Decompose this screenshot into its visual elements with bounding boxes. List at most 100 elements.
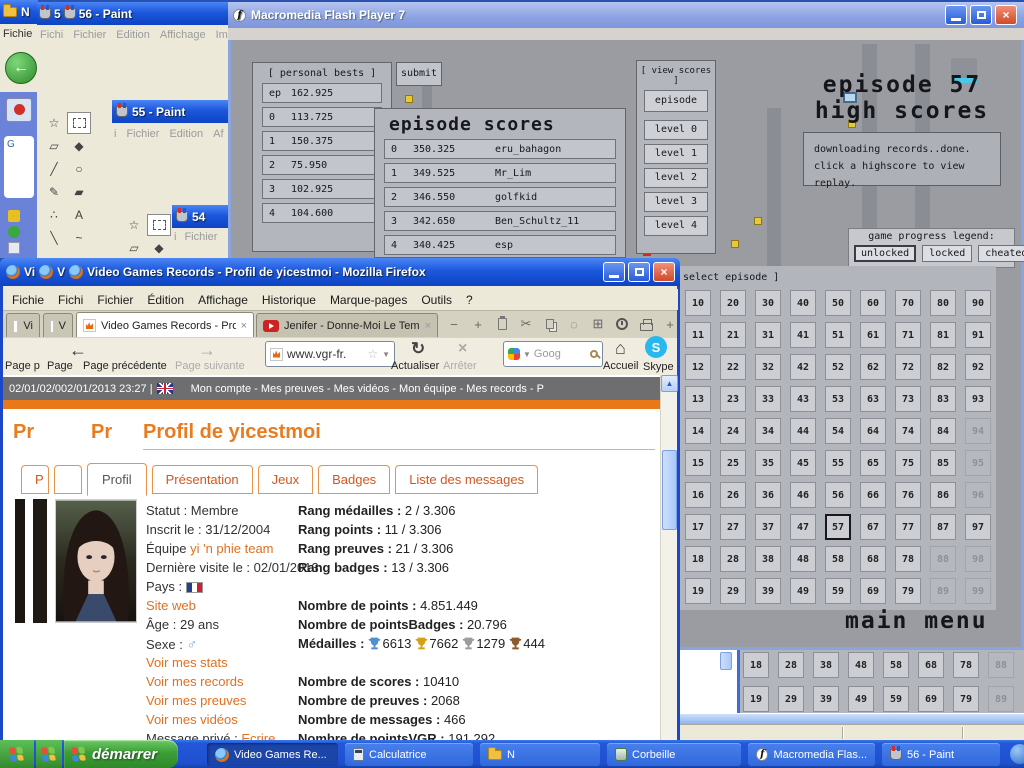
episode-cell-94[interactable]: 94 [965,418,991,444]
paint-menu-item[interactable]: Edition [169,128,203,140]
main-menu-label[interactable]: main menu [845,608,988,634]
episode-score-row[interactable]: 1349.525Mr_Lim [384,163,616,183]
search-input[interactable]: Goog [534,348,587,360]
maximize-button[interactable] [970,5,992,25]
home-button-label[interactable]: Accueil [603,360,638,372]
legend-cheated-button[interactable]: cheated [978,245,1024,262]
episode-cell-82[interactable]: 82 [930,354,956,380]
episode-cell-39[interactable]: 39 [813,686,839,712]
episode-cell-72[interactable]: 72 [895,354,921,380]
episode-cell-45[interactable]: 45 [790,450,816,476]
episode-cell-58[interactable]: 58 [825,546,851,572]
paint-tool-star-icon[interactable]: ☆ [122,214,146,236]
paint-tool-brush-icon[interactable]: ▰ [67,181,91,203]
episode-cell-51[interactable]: 51 [825,322,851,348]
sidebar-app-icon[interactable] [6,98,32,122]
back-icon[interactable]: ← [69,340,87,361]
view-scores-episode-button[interactable]: episode [644,90,708,112]
print-icon[interactable] [637,315,655,333]
episode-cell-49[interactable]: 49 [848,686,874,712]
page-tab-profil[interactable]: Profil [87,463,147,496]
episode-score-row[interactable]: 4340.425esp [384,235,616,255]
search-bar[interactable]: ▼ Goog [503,341,603,367]
paint-tool-select-icon[interactable] [147,214,171,236]
episode-cell-86[interactable]: 86 [930,482,956,508]
episode-cell-69[interactable]: 69 [860,578,886,604]
paint-tool-spray-icon[interactable]: ∴ [42,204,66,226]
paint-window-54-titlebar[interactable]: 54 [172,205,228,228]
paint-tool-select-icon[interactable] [67,112,91,134]
episode-score-row[interactable]: 0350.325eru_bahagon [384,139,616,159]
site-topnav-links[interactable]: Mon compte - Mes preuves - Mes vidéos - … [191,383,544,395]
episode-cell-29[interactable]: 29 [720,578,746,604]
paint-tool-eraser-icon[interactable]: ▱ [122,237,146,259]
episode-cell-67[interactable]: 67 [860,514,886,540]
copy-icon[interactable] [541,315,559,333]
taskbar-button-calculatrice[interactable]: Calculatrice [345,743,473,766]
episode-cell-85[interactable]: 85 [930,450,956,476]
episode-cell-88[interactable]: 88 [988,652,1014,678]
episode-cell-30[interactable]: 30 [755,290,781,316]
taskbar-button-macromedia-flas-[interactable]: fMacromedia Flas... [748,743,875,766]
episode-cell-95[interactable]: 95 [965,450,991,476]
paint-tool-fill-icon[interactable]: ◆ [67,135,91,157]
close-button[interactable]: × [653,262,675,282]
back-button[interactable]: ← [5,52,37,84]
paint-tool-curve-icon[interactable]: ~ [67,227,91,249]
episode-cell-26[interactable]: 26 [720,482,746,508]
episode-cell-68[interactable]: 68 [918,652,944,678]
spinner-icon[interactable]: ◌ [565,315,583,333]
forward-icon[interactable]: → [198,340,216,361]
episode-cell-99[interactable]: 99 [965,578,991,604]
view-scores-level-4-button[interactable]: level 4 [644,216,708,236]
episode-cell-34[interactable]: 34 [755,418,781,444]
episode-cell-55[interactable]: 55 [825,450,851,476]
episode-cell-57[interactable]: 57 [825,514,851,540]
ghost-tab[interactable]: Vi [6,313,40,338]
episode-score-row[interactable]: 2346.550golfkid [384,187,616,207]
episode-cell-90[interactable]: 90 [965,290,991,316]
view-scores-level-0-button[interactable]: level 0 [644,120,708,140]
episode-cell-46[interactable]: 46 [790,482,816,508]
paste-icon[interactable] [493,315,511,333]
ghost-tab[interactable] [54,465,82,494]
forward-button-label[interactable]: Page suivante [175,360,245,372]
page-tab-badges[interactable]: Badges [318,465,390,494]
episode-cell-28[interactable]: 28 [778,652,804,678]
episode-cell-39[interactable]: 39 [755,578,781,604]
episode-cell-53[interactable]: 53 [825,386,851,412]
paint-tool-pencil-icon[interactable]: ✎ [42,181,66,203]
episode-cell-13[interactable]: 13 [685,386,711,412]
episode-cell-78[interactable]: 78 [953,652,979,678]
bookmark-star-icon[interactable]: ☆ [367,347,378,361]
view-scores-level-1-button[interactable]: level 1 [644,144,708,164]
taskbar-button-corbeille[interactable]: Corbeille [607,743,741,766]
submit-tab[interactable]: submit [396,62,442,86]
profile-link[interactable]: Voir mes records [146,674,244,689]
episode-cell-84[interactable]: 84 [930,418,956,444]
paint-tool-eraser-icon[interactable]: ▱ [42,135,66,157]
home-icon[interactable]: ⌂ [615,338,626,359]
paint-tool-line-icon[interactable]: ╲ [42,227,66,249]
episode-cell-17[interactable]: 17 [685,514,711,540]
episode-cell-63[interactable]: 63 [860,386,886,412]
episode-cell-65[interactable]: 65 [860,450,886,476]
episode-cell-79[interactable]: 79 [953,686,979,712]
skype-icon[interactable]: S [645,336,667,358]
episode-cell-78[interactable]: 78 [895,546,921,572]
episode-cell-48[interactable]: 48 [848,652,874,678]
episode-cell-75[interactable]: 75 [895,450,921,476]
paint-menu-item[interactable]: Af [213,128,223,140]
episode-cell-37[interactable]: 37 [755,514,781,540]
taskbar-button-56-paint[interactable]: 56 - Paint [882,743,1000,766]
episode-cell-91[interactable]: 91 [965,322,991,348]
zoom-in-icon[interactable]: + [469,315,487,333]
menu-item-?[interactable]: ? [466,293,473,307]
sidebar-item-icon[interactable] [8,242,20,254]
tab-close-icon[interactable]: × [425,320,431,332]
episode-cell-21[interactable]: 21 [720,322,746,348]
episode-cell-20[interactable]: 20 [720,290,746,316]
episode-cell-66[interactable]: 66 [860,482,886,508]
view-scores-level-2-button[interactable]: level 2 [644,168,708,188]
taskbar-button-video-games-re-[interactable]: Video Games Re... [207,743,338,766]
